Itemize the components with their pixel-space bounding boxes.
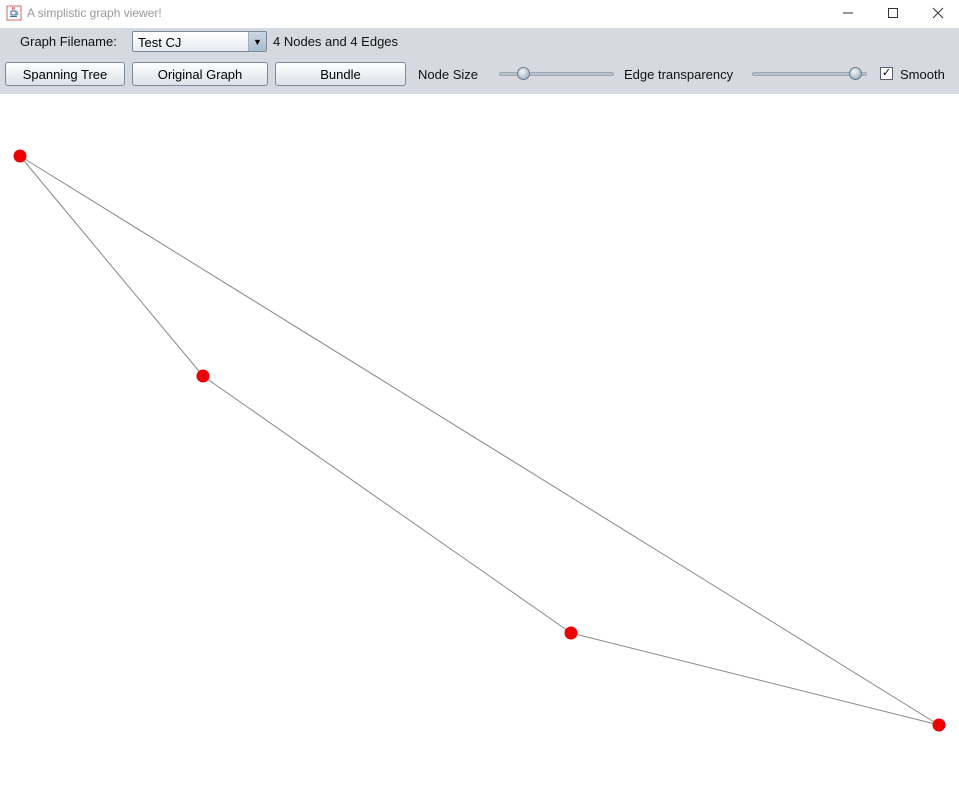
graph-edge-n1-n2 bbox=[19, 155, 204, 377]
edge-transparency-label: Edge transparency bbox=[624, 67, 734, 82]
java-cup-icon bbox=[6, 5, 22, 21]
graph-node-n1[interactable] bbox=[13, 149, 27, 163]
window-title: A simplistic graph viewer! bbox=[27, 6, 162, 20]
minimize-icon bbox=[842, 7, 854, 22]
title-bar: A simplistic graph viewer! bbox=[0, 0, 959, 28]
graph-edge-n3-n4 bbox=[570, 632, 940, 726]
slider-thumb[interactable] bbox=[849, 67, 862, 80]
graph-edge-n1-n4 bbox=[19, 155, 940, 726]
spanning-tree-button[interactable]: Spanning Tree bbox=[5, 62, 125, 86]
graph-info-text: 4 Nodes and 4 Edges bbox=[273, 34, 399, 49]
node-size-label: Node Size bbox=[418, 67, 478, 82]
edge-transparency-slider[interactable] bbox=[752, 66, 867, 82]
graph-node-n2[interactable] bbox=[196, 369, 210, 383]
filename-value: Test CJ bbox=[138, 35, 182, 50]
original-graph-button[interactable]: Original Graph bbox=[132, 62, 268, 86]
graph-edge-n2-n3 bbox=[202, 375, 572, 634]
graph-node-n4[interactable] bbox=[932, 718, 946, 732]
close-icon bbox=[932, 7, 944, 22]
close-button[interactable] bbox=[915, 0, 959, 28]
bundle-button[interactable]: Bundle bbox=[275, 62, 406, 86]
maximize-button[interactable] bbox=[870, 0, 916, 28]
smooth-label: Smooth bbox=[900, 67, 945, 82]
filename-label: Graph Filename: bbox=[20, 34, 117, 49]
graph-node-n3[interactable] bbox=[564, 626, 578, 640]
filename-combobox[interactable]: Test CJ ▼ bbox=[132, 31, 267, 52]
maximize-icon bbox=[887, 7, 899, 22]
node-size-slider[interactable] bbox=[499, 66, 614, 82]
graph-canvas[interactable] bbox=[0, 94, 959, 788]
slider-thumb[interactable] bbox=[517, 67, 530, 80]
smooth-checkbox[interactable]: ✓ bbox=[880, 67, 893, 80]
minimize-button[interactable] bbox=[825, 0, 871, 28]
check-icon: ✓ bbox=[881, 67, 892, 79]
graph-drawing bbox=[13, 149, 946, 732]
chevron-down-icon[interactable]: ▼ bbox=[248, 32, 266, 51]
